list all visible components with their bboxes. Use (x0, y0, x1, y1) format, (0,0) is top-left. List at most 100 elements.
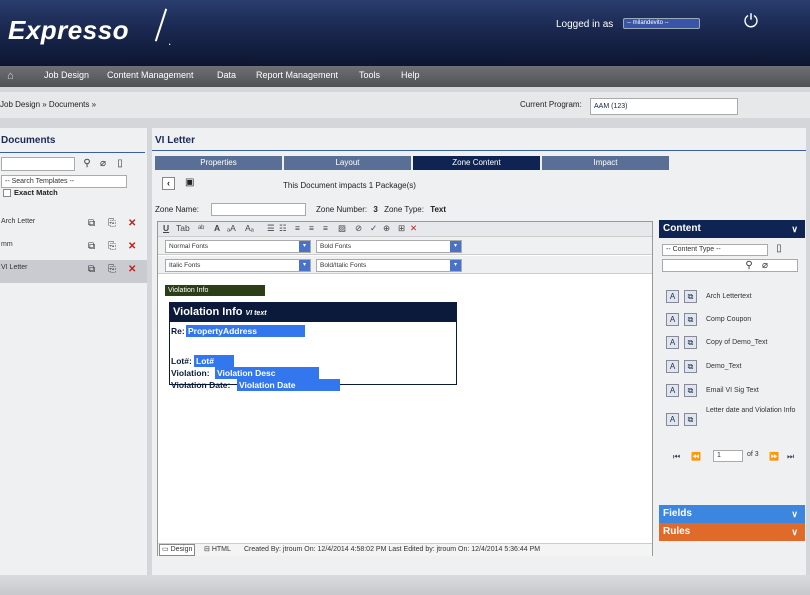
content-item[interactable]: A ⧉ Arch Lettertext (663, 287, 803, 309)
check-icon[interactable]: ✓ (370, 223, 377, 234)
chevron-down-icon: ∨ (791, 527, 798, 537)
subscript-icon[interactable]: Aₐ (245, 223, 254, 233)
edit-icon[interactable]: ⧉ (684, 384, 697, 397)
property-address-field[interactable]: PropertyAddress (186, 325, 305, 337)
tab-impact[interactable]: Impact (542, 156, 669, 170)
numbered-list-icon[interactable]: ☷ (279, 223, 287, 234)
spellcheck-icon[interactable]: ᵃᵇ (198, 223, 204, 233)
user-select[interactable]: -- milandevito -- (623, 18, 700, 29)
bold-italic-fonts-select[interactable]: Bold/Italic Fonts ▾ (316, 259, 462, 272)
font-smaller-icon[interactable]: ₐA (227, 223, 236, 233)
edit-icon[interactable]: ⧉ (684, 336, 697, 349)
checkbox-box[interactable] (3, 189, 11, 198)
align-center-icon[interactable]: ≡ (309, 223, 314, 233)
last-page-icon[interactable]: ⏭ (787, 452, 794, 462)
document-item-selected[interactable]: VI Letter ⧉ ⎘ ✕ (0, 260, 147, 283)
content-type-select[interactable]: -- Content Type -- (662, 244, 768, 256)
image-icon[interactable]: ▨ (338, 223, 346, 234)
nav-item-data[interactable]: Data (217, 70, 236, 80)
edit-icon[interactable]: ⧉ (88, 241, 95, 253)
document-item[interactable]: mm ⧉ ⎘ ✕ (0, 237, 147, 260)
content-item[interactable]: A ⧉ Copy of Demo_Text (663, 333, 803, 355)
italic-fonts-select[interactable]: Italic Fonts ▾ (165, 259, 311, 272)
home-icon[interactable]: ⌂ (7, 70, 14, 82)
clear-icon[interactable]: ⌀ (759, 260, 771, 272)
copy-icon[interactable]: ⎘ (108, 264, 116, 276)
preview-icon[interactable]: A (666, 384, 679, 397)
nav-item-tools[interactable]: Tools (359, 70, 380, 80)
nav-item-job-design[interactable]: Job Design (44, 70, 89, 80)
delete-icon[interactable]: ✕ (128, 218, 136, 230)
document-item[interactable]: Arch Letter ⧉ ⎘ ✕ (0, 214, 147, 237)
nav-item-help[interactable]: Help (401, 70, 420, 80)
exact-match-checkbox[interactable]: Exact Match (3, 188, 58, 198)
nav-item-report-management[interactable]: Report Management (256, 70, 338, 80)
link-icon[interactable]: ⊘ (355, 223, 362, 234)
content-search-input[interactable] (662, 259, 798, 272)
search-icon[interactable]: ⚲ (743, 260, 755, 272)
zone-tag[interactable]: Violation Info (165, 285, 265, 296)
rules-header[interactable]: Rules ∨ (659, 523, 805, 541)
html-mode-button[interactable]: ⊟ HTML (204, 544, 231, 556)
violation-info-block[interactable]: Violation Info VI text Re: PropertyAddre… (169, 302, 457, 391)
content-item[interactable]: A ⧉ Email VI Sig Text (663, 381, 803, 403)
search-icon[interactable]: ⚲ (81, 158, 93, 170)
remove-format-icon[interactable]: ✕ (410, 223, 417, 234)
edit-icon[interactable]: ⧉ (684, 360, 697, 373)
search-input[interactable] (1, 157, 75, 171)
violation-desc-field[interactable]: Violation Desc (215, 367, 319, 379)
prev-page-icon[interactable]: ⏪ (691, 452, 701, 461)
preview-icon[interactable]: A (666, 336, 679, 349)
normal-fonts-select[interactable]: Normal Fonts ▾ (165, 240, 311, 253)
align-right-icon[interactable]: ≡ (323, 223, 328, 233)
nav-item-content-management[interactable]: Content Management (107, 70, 194, 80)
zone-name-input[interactable] (211, 203, 306, 216)
insert-field-icon[interactable]: ⊕ (383, 223, 390, 234)
zone-type: Text (430, 205, 447, 214)
new-content-icon[interactable]: ▯ (773, 243, 785, 255)
edit-icon[interactable]: ⧉ (684, 313, 697, 326)
edit-icon[interactable]: ⧉ (88, 264, 95, 276)
underline-icon[interactable]: U (163, 223, 169, 233)
copy-icon[interactable]: ⎘ (108, 241, 116, 253)
new-document-icon[interactable]: ▯ (114, 158, 126, 170)
font-size-icon[interactable]: A (214, 223, 220, 233)
delete-icon[interactable]: ✕ (128, 264, 136, 276)
content-header[interactable]: Content ∨ (659, 220, 805, 238)
violation-date-field[interactable]: Violation Date (237, 379, 340, 391)
search-templates-select[interactable]: -- Search Templates -- (1, 175, 127, 188)
tab-properties[interactable]: Properties (155, 156, 282, 170)
content-item[interactable]: A ⧉ Demo_Text (663, 357, 803, 379)
tab-button[interactable]: Tab (176, 223, 190, 233)
next-page-icon[interactable]: ⏩ (769, 452, 779, 461)
content-item[interactable]: A ⧉ Comp Coupon (663, 310, 803, 332)
edit-icon[interactable]: ⧉ (684, 413, 697, 426)
bold-fonts-select[interactable]: Bold Fonts ▾ (316, 240, 462, 253)
preview-icon[interactable]: A (666, 290, 679, 303)
align-left-icon[interactable]: ≡ (295, 223, 300, 233)
back-button[interactable]: ‹ (162, 177, 175, 190)
lot-field[interactable]: Lot# (194, 355, 234, 367)
preview-icon[interactable]: A (666, 360, 679, 373)
bullet-list-icon[interactable]: ☰ (267, 223, 275, 234)
first-page-icon[interactable]: ⏮ (673, 452, 680, 462)
power-icon[interactable]: ⏻ (741, 11, 761, 31)
preview-icon[interactable]: A (666, 313, 679, 326)
delete-icon[interactable]: ✕ (128, 241, 136, 253)
design-mode-button[interactable]: ▭ Design (159, 544, 196, 556)
content-item[interactable]: A ⧉ Letter date and Violation Info (663, 406, 803, 432)
page-input[interactable]: 1 (713, 450, 743, 462)
current-program-input[interactable]: AAM (123) (590, 98, 738, 115)
edit-icon[interactable]: ⧉ (684, 290, 697, 303)
tab-layout[interactable]: Layout (284, 156, 411, 170)
save-icon[interactable]: ▣ (185, 177, 197, 189)
copy-icon[interactable]: ⎘ (108, 218, 116, 230)
fields-title: Fields (663, 508, 692, 519)
edit-icon[interactable]: ⧉ (88, 218, 95, 230)
breadcrumb[interactable]: Job Design » Documents » (0, 100, 96, 109)
fields-header[interactable]: Fields ∨ (659, 505, 805, 523)
preview-icon[interactable]: A (666, 413, 679, 426)
tab-zone-content[interactable]: Zone Content (413, 156, 540, 170)
insert-content-icon[interactable]: ⊞ (398, 223, 405, 234)
clear-icon[interactable]: ⌀ (97, 158, 109, 170)
